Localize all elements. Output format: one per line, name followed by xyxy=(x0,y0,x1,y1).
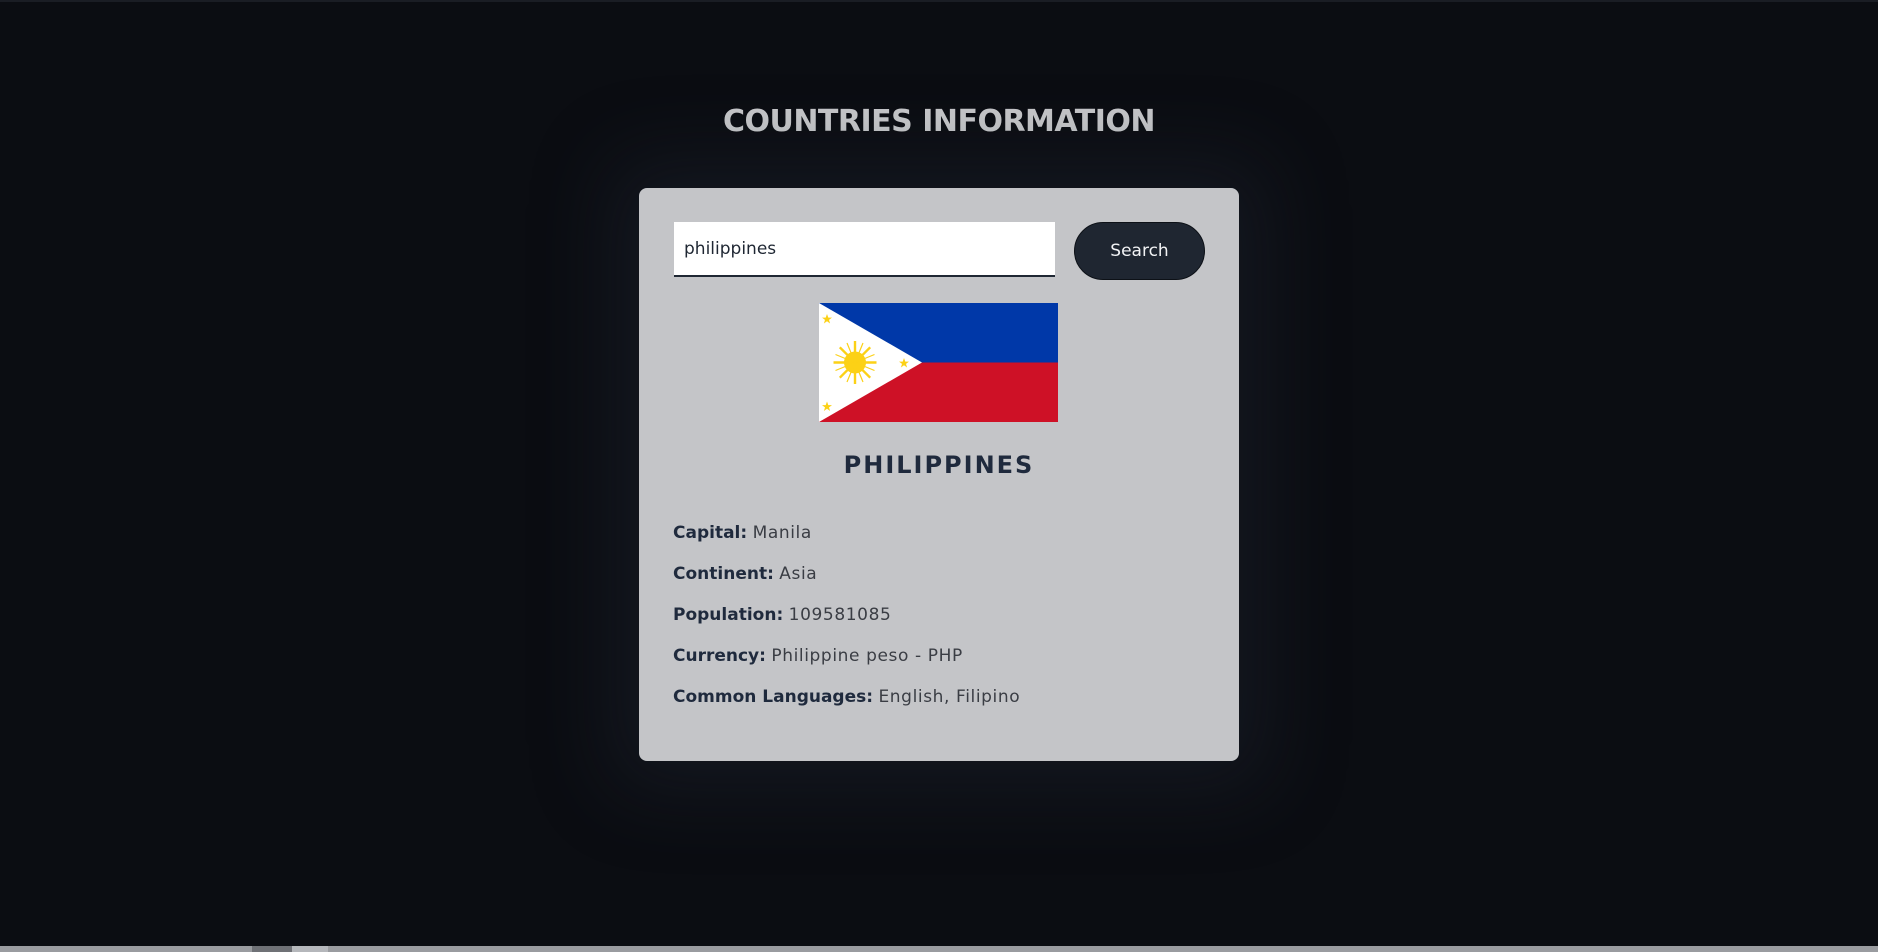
country-name: PHILIPPINES xyxy=(843,451,1035,479)
philippines-flag-icon xyxy=(819,303,1058,422)
population-row: Population: 109581085 xyxy=(673,605,1213,646)
capital-value: Manila xyxy=(752,523,812,543)
population-label: Population: xyxy=(673,605,784,625)
capital-row: Capital: Manila xyxy=(673,523,1213,564)
languages-value: English, Filipino xyxy=(878,687,1021,707)
currency-value: Philippine peso - PHP xyxy=(771,646,963,666)
page-title: COUNTRIES INFORMATION xyxy=(722,104,1156,139)
continent-value: Asia xyxy=(779,564,818,584)
scrollbar-thumb[interactable] xyxy=(252,946,292,952)
continent-label: Continent: xyxy=(673,564,774,584)
continent-row: Continent: Asia xyxy=(673,564,1213,605)
country-details: Capital: Manila Continent: Asia Populati… xyxy=(673,523,1213,728)
top-border xyxy=(0,0,1878,2)
languages-label: Common Languages: xyxy=(673,687,874,707)
languages-row: Common Languages: English, Filipino xyxy=(673,687,1213,728)
horizontal-scrollbar[interactable] xyxy=(0,946,1878,952)
capital-label: Capital: xyxy=(673,523,748,543)
currency-label: Currency: xyxy=(673,646,766,666)
search-button[interactable]: Search xyxy=(1074,222,1205,280)
search-input[interactable] xyxy=(674,222,1055,277)
currency-row: Currency: Philippine peso - PHP xyxy=(673,646,1213,687)
scrollbar-track-segment xyxy=(292,946,328,952)
population-value: 109581085 xyxy=(788,605,892,625)
country-card: Search PHILIPPINES xyxy=(639,188,1239,761)
